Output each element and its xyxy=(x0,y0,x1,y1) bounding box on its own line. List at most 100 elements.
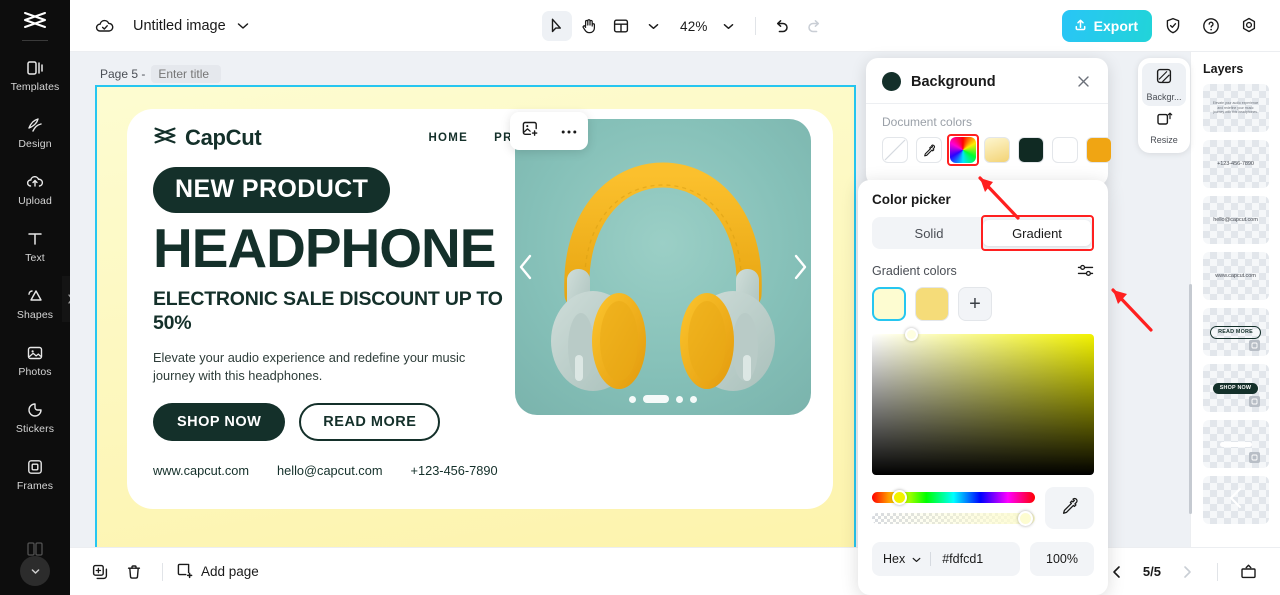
design-canvas[interactable]: CapCut HOME PRODUCT SERVICES CONTACT US xyxy=(95,85,856,547)
color-sliders-row xyxy=(872,487,1094,529)
read-more-button[interactable]: READ MORE xyxy=(299,402,441,441)
undo-button[interactable] xyxy=(767,11,797,41)
delete-page-button[interactable] xyxy=(118,556,150,588)
gear-icon[interactable] xyxy=(1232,9,1266,43)
shop-now-button[interactable]: SHOP NOW xyxy=(153,402,286,441)
layout-dropdown-chevron-icon[interactable] xyxy=(638,11,668,41)
sidebar-expand-button[interactable] xyxy=(20,556,50,586)
hex-input[interactable]: Hex #fdfcd1 xyxy=(872,542,1020,576)
eyedropper-button[interactable] xyxy=(1045,487,1094,529)
carousel-dot[interactable] xyxy=(676,395,683,403)
nav-link-home[interactable]: HOME xyxy=(428,132,468,144)
swatch-dark-green[interactable] xyxy=(1018,137,1044,163)
capcut-logo-icon[interactable] xyxy=(0,0,70,40)
sidebar-item-stickers[interactable]: Stickers xyxy=(0,389,70,446)
sidebar-item-label: Templates xyxy=(10,81,60,93)
carousel-dot[interactable] xyxy=(690,395,697,403)
design-headline: HEADPHONE xyxy=(153,217,496,279)
layer-preview-text: SHOP NOW xyxy=(1212,382,1259,394)
gradient-colors-row: Gradient colors xyxy=(872,263,1094,278)
tab-solid[interactable]: Solid xyxy=(875,220,983,246)
swatch-white[interactable] xyxy=(1052,137,1078,163)
export-button[interactable]: Export xyxy=(1061,10,1152,42)
design-brand: CapCut xyxy=(153,125,262,151)
new-product-badge: NEW PRODUCT xyxy=(153,167,391,213)
list-item[interactable]: Elevate your audio experience and redefi… xyxy=(1202,84,1269,132)
redo-button[interactable] xyxy=(799,11,829,41)
contact-website: www.capcut.com xyxy=(153,462,250,478)
shield-check-icon[interactable] xyxy=(1156,9,1190,43)
photos-icon xyxy=(25,343,45,363)
alpha-slider[interactable] xyxy=(872,511,1035,526)
list-item[interactable]: +123-456-7890 xyxy=(1202,140,1269,188)
background-tool-button[interactable]: Backgr... xyxy=(1142,63,1186,106)
next-page-button[interactable] xyxy=(1171,556,1203,588)
add-gradient-stop-button[interactable]: + xyxy=(958,287,992,321)
selection-outline xyxy=(947,134,979,166)
cloud-save-icon[interactable] xyxy=(94,17,115,35)
gradient-settings-icon[interactable] xyxy=(1077,263,1094,278)
gradient-stop-1[interactable] xyxy=(872,287,906,321)
element-more-options-icon[interactable] xyxy=(561,122,577,140)
select-tool-button[interactable] xyxy=(542,11,572,41)
share-upload-icon xyxy=(1073,17,1088,35)
hex-dropdown-chevron-icon[interactable] xyxy=(912,550,921,568)
add-image-icon[interactable] xyxy=(521,119,540,143)
add-page-button[interactable]: Add page xyxy=(175,561,259,582)
sidebar-item-shapes[interactable]: Shapes xyxy=(0,275,70,332)
swatch-yellow-gradient[interactable] xyxy=(984,137,1010,163)
background-color-preview[interactable] xyxy=(882,72,901,91)
list-item[interactable]: READ MORE xyxy=(1202,308,1269,356)
swatch-none[interactable] xyxy=(882,137,908,163)
opacity-input[interactable]: 100% xyxy=(1030,542,1094,576)
element-properties-toolbar: Backgr... Resize xyxy=(1138,58,1190,153)
hex-value[interactable]: #fdfcd1 xyxy=(942,552,983,566)
bottom-divider xyxy=(1217,562,1218,581)
left-sidebar: Templates Design Upload Text Shapes Phot… xyxy=(0,0,78,595)
list-item[interactable]: www.capcut.com xyxy=(1202,252,1269,300)
hue-slider[interactable] xyxy=(872,490,1035,505)
gradient-stop-2[interactable] xyxy=(915,287,949,321)
list-item[interactable] xyxy=(1202,420,1269,468)
page-title-input[interactable] xyxy=(151,65,222,83)
duplicate-page-button[interactable] xyxy=(84,556,116,588)
sidebar-item-design[interactable]: Design xyxy=(0,104,70,161)
swatch-rainbow-picker[interactable] xyxy=(947,134,979,166)
layout-tool-button[interactable] xyxy=(606,11,636,41)
gradient-stops: + xyxy=(872,287,1094,321)
list-item[interactable]: hello@capcut.com xyxy=(1202,196,1269,244)
carousel-dot-active[interactable] xyxy=(643,395,669,403)
saturation-value-area[interactable] xyxy=(872,328,1094,475)
headphone-product-image[interactable] xyxy=(515,119,811,415)
gradient-colors-label: Gradient colors xyxy=(872,263,957,278)
document-title[interactable]: Untitled image xyxy=(133,18,226,34)
sidebar-item-templates[interactable]: Templates xyxy=(0,47,70,104)
sidebar-item-upload[interactable]: Upload xyxy=(0,161,70,218)
sidebar-item-photos[interactable]: Photos xyxy=(0,332,70,389)
alpha-slider-handle[interactable] xyxy=(1018,511,1033,526)
chevron-down-icon[interactable] xyxy=(237,22,249,30)
zoom-dropdown-chevron-icon[interactable] xyxy=(714,11,744,41)
resize-tool-button[interactable]: Resize xyxy=(1142,106,1186,149)
swatch-eyedropper[interactable] xyxy=(916,137,942,163)
tab-gradient[interactable]: Gradient xyxy=(983,220,1091,246)
present-button[interactable] xyxy=(1232,556,1264,588)
layers-list[interactable]: Elevate your audio experience and redefi… xyxy=(1191,84,1280,539)
sidebar-item-frames[interactable]: Frames xyxy=(0,446,70,503)
carousel-next-arrow-icon[interactable] xyxy=(783,250,811,284)
carousel-dot[interactable] xyxy=(629,395,636,403)
hue-slider-handle[interactable] xyxy=(892,490,907,505)
help-icon[interactable] xyxy=(1194,9,1228,43)
hand-tool-button[interactable] xyxy=(574,11,604,41)
list-item[interactable]: SHOP NOW xyxy=(1202,364,1269,412)
toolbar-divider xyxy=(754,17,756,35)
layers-scrollbar[interactable] xyxy=(1189,284,1192,514)
zoom-level-value[interactable]: 42% xyxy=(670,19,712,34)
close-icon[interactable] xyxy=(1075,73,1092,90)
carousel-prev-arrow-icon[interactable] xyxy=(515,250,543,284)
sidebar-item-text[interactable]: Text xyxy=(0,218,70,275)
list-item[interactable] xyxy=(1202,476,1269,524)
saturation-value-handle[interactable] xyxy=(905,328,918,341)
color-picker-title: Color picker xyxy=(872,192,951,207)
swatch-orange[interactable] xyxy=(1086,137,1112,163)
